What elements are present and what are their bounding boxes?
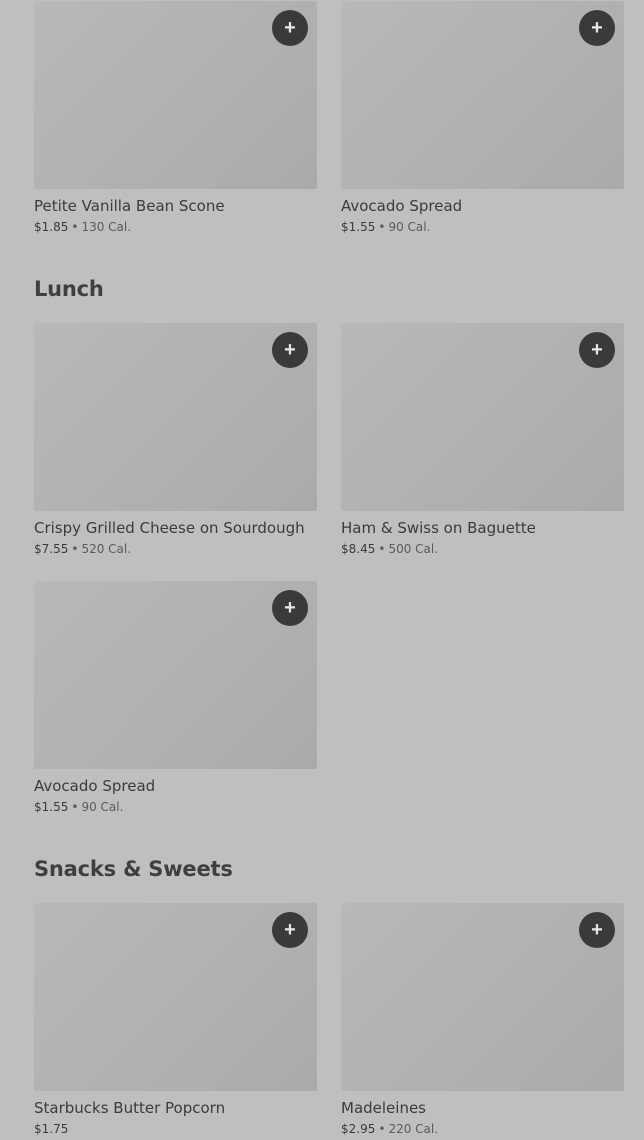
menu-item-name[interactable]: Avocado Spread: [341, 196, 624, 216]
menu-item-image[interactable]: +: [34, 581, 317, 769]
menu-item-calories: 500 Cal.: [388, 542, 439, 556]
add-item-button[interactable]: +: [579, 10, 615, 46]
add-item-button[interactable]: +: [272, 10, 308, 46]
plus-icon: +: [284, 597, 296, 619]
menu-item-price: $8.45: [341, 542, 376, 556]
menu-item-image[interactable]: +: [341, 323, 624, 511]
menu-item-card[interactable]: + Starbucks Butter Popcorn $1.75: [34, 903, 317, 1137]
menu-item-card[interactable]: + Ham & Swiss on Baguette $8.45 • 500 Cal.: [341, 323, 624, 557]
menu-item-meta: $2.95 • 220 Cal.: [341, 1121, 624, 1137]
menu-item-price: $1.55: [34, 800, 69, 814]
separator-dot: •: [378, 542, 386, 556]
menu-item-name[interactable]: Petite Vanilla Bean Scone: [34, 196, 317, 216]
menu-item-name[interactable]: Starbucks Butter Popcorn: [34, 1098, 317, 1118]
menu-item-name[interactable]: Ham & Swiss on Baguette: [341, 518, 624, 538]
separator-dot: •: [71, 800, 79, 814]
plus-icon: +: [591, 339, 603, 361]
menu-item-card[interactable]: + Avocado Spread $1.55 • 90 Cal.: [341, 1, 624, 235]
menu-item-meta: $7.55 • 520 Cal.: [34, 541, 317, 557]
plus-icon: +: [284, 17, 296, 39]
menu-item-calories: 520 Cal.: [81, 542, 132, 556]
add-item-button[interactable]: +: [272, 912, 308, 948]
menu-item-meta: $1.75: [34, 1121, 317, 1137]
separator-dot: •: [378, 1122, 386, 1136]
menu-item-name[interactable]: Crispy Grilled Cheese on Sourdough: [34, 518, 317, 538]
menu-item-calories: 220 Cal.: [388, 1122, 439, 1136]
menu-item-calories: 130 Cal.: [81, 220, 132, 234]
separator-dot: •: [378, 220, 386, 234]
menu-item-price: $1.85: [34, 220, 69, 234]
menu-item-meta: $1.85 • 130 Cal.: [34, 219, 317, 235]
section-title-snacks: Snacks & Sweets: [34, 857, 233, 881]
menu-item-calories: 90 Cal.: [388, 220, 431, 234]
menu-item-name[interactable]: Madeleines: [341, 1098, 624, 1118]
plus-icon: +: [284, 919, 296, 941]
separator-dot: •: [71, 220, 79, 234]
add-item-button[interactable]: +: [272, 590, 308, 626]
menu-item-price: $1.55: [341, 220, 376, 234]
add-item-button[interactable]: +: [579, 912, 615, 948]
plus-icon: +: [284, 339, 296, 361]
menu-item-card[interactable]: + Madeleines $2.95 • 220 Cal.: [341, 903, 624, 1137]
plus-icon: +: [591, 919, 603, 941]
menu-item-price: $1.75: [34, 1122, 69, 1136]
menu-item-meta: $1.55 • 90 Cal.: [341, 219, 624, 235]
menu-item-image[interactable]: +: [341, 903, 624, 1091]
menu-item-price: $7.55: [34, 542, 69, 556]
menu-item-card[interactable]: + Crispy Grilled Cheese on Sourdough $7.…: [34, 323, 317, 557]
menu-item-image[interactable]: +: [34, 1, 317, 189]
menu-item-image[interactable]: +: [341, 1, 624, 189]
menu-item-card[interactable]: + Petite Vanilla Bean Scone $1.85 • 130 Ca…: [34, 1, 317, 235]
menu-item-meta: $1.55 • 90 Cal.: [34, 799, 317, 815]
section-title-lunch: Lunch: [34, 277, 104, 301]
menu-item-price: $2.95: [341, 1122, 376, 1136]
menu-item-calories: 90 Cal.: [81, 800, 124, 814]
menu-item-meta: $8.45 • 500 Cal.: [341, 541, 624, 557]
menu-item-card[interactable]: + Avocado Spread $1.55 • 90 Cal.: [34, 581, 317, 815]
add-item-button[interactable]: +: [579, 332, 615, 368]
menu-item-image[interactable]: +: [34, 323, 317, 511]
separator-dot: •: [71, 542, 79, 556]
menu-item-name[interactable]: Avocado Spread: [34, 776, 317, 796]
menu-item-image[interactable]: +: [34, 903, 317, 1091]
add-item-button[interactable]: +: [272, 332, 308, 368]
plus-icon: +: [591, 17, 603, 39]
